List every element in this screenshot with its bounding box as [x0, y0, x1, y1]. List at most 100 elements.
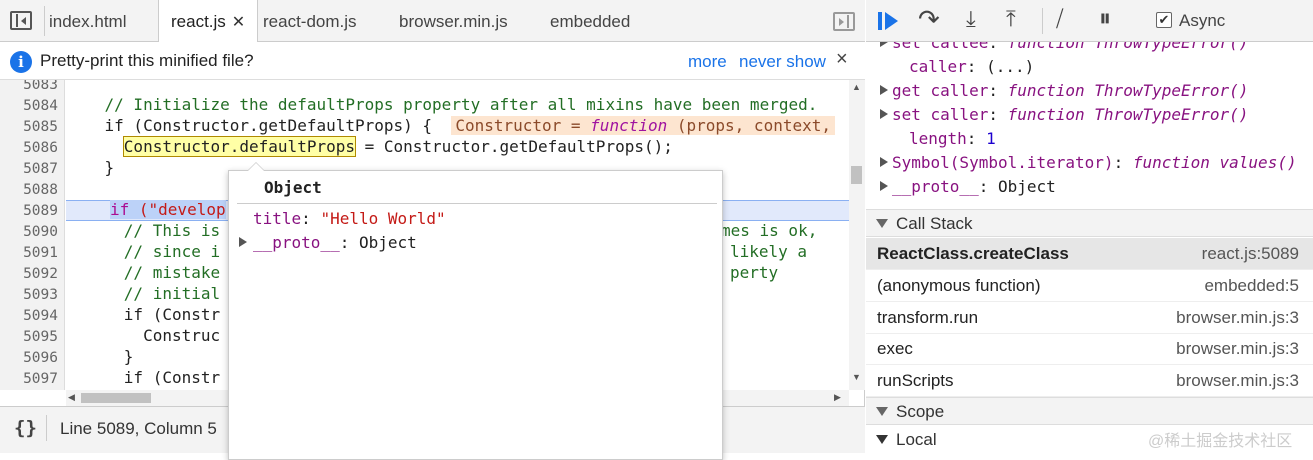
expand-arrow-icon[interactable]	[239, 237, 247, 247]
line-number[interactable]: 5090	[0, 222, 60, 243]
tab-label: react-dom.js	[263, 12, 357, 31]
deactivate-breakpoints-icon[interactable]: ⧸	[1056, 6, 1063, 32]
tab-browser-min-js[interactable]: browser.min.js	[387, 0, 520, 42]
tab-index-html[interactable]: index.html	[37, 0, 138, 42]
line-number[interactable]: 5093	[0, 285, 60, 306]
line-number[interactable]: 5092	[0, 264, 60, 285]
call-frame[interactable]: ReactClass.createClass react.js:5089	[866, 238, 1313, 270]
scroll-left-icon[interactable]: ◀	[68, 392, 75, 403]
expand-arrow-icon[interactable]	[880, 42, 888, 47]
call-frame[interactable]: runScripts browser.min.js:3	[866, 365, 1313, 397]
line-number[interactable]: 5083	[0, 80, 60, 96]
scrollbar-thumb[interactable]	[81, 393, 151, 403]
scroll-up-icon[interactable]: ▲	[852, 82, 861, 92]
scroll-down-icon[interactable]: ▼	[852, 372, 861, 382]
resume-icon[interactable]	[878, 8, 906, 34]
line-number[interactable]: 5085	[0, 117, 60, 138]
code-line: if (Constr	[66, 305, 221, 324]
tab-label: react.js	[171, 12, 226, 31]
line-number[interactable]: 5087	[0, 159, 60, 180]
line-number-gutter[interactable]: 5083 5084 5085 5086 5087 5088 5089 5090 …	[0, 80, 65, 390]
watermark: @稀土掘金技术社区	[1148, 433, 1293, 450]
never-show-link[interactable]: never show	[739, 52, 826, 72]
hovered-expression[interactable]: Constructor.defaultProps	[122, 136, 356, 157]
line-number[interactable]: 5089	[0, 201, 60, 222]
vertical-scrollbar[interactable]: ▲ ▼	[849, 80, 865, 390]
scope-property[interactable]: set caller: function ThrowTypeError()	[880, 103, 1248, 127]
pretty-print-icon[interactable]: {}	[14, 417, 37, 439]
toggle-navigator-icon[interactable]	[10, 11, 32, 30]
code-line: }	[66, 347, 134, 366]
close-icon[interactable]: ×	[836, 48, 848, 71]
collapse-arrow-icon[interactable]	[876, 435, 888, 444]
scope-header[interactable]: Scope	[866, 397, 1313, 425]
scope-property[interactable]: set callee: function ThrowTypeError()	[880, 42, 1248, 55]
collapse-arrow-icon[interactable]	[876, 219, 888, 228]
code-line: // since i	[66, 242, 221, 261]
line-number[interactable]: 5094	[0, 306, 60, 327]
code-line: Construc	[66, 326, 221, 345]
info-icon: i	[10, 51, 32, 73]
code-line-tail: mes is ok,	[721, 221, 818, 240]
cursor-position: Line 5089, Column 5	[60, 419, 217, 438]
debugger-toolbar: ↷ ⤓ ⤒ ⧸ ⏸ ✔ Async	[866, 0, 1313, 42]
step-out-icon[interactable]: ⤒	[1006, 6, 1016, 32]
scroll-right-icon[interactable]: ▶	[834, 392, 841, 403]
code-line: }	[66, 158, 115, 177]
more-link[interactable]: more	[688, 52, 727, 72]
line-number[interactable]: 5084	[0, 96, 60, 117]
code-line: if (Constr	[66, 368, 221, 387]
code-line: if (Constructor.getDefaultProps) { Const…	[66, 115, 835, 136]
code-line: // This is	[66, 221, 221, 240]
scope-property[interactable]: Symbol(Symbol.iterator): function values…	[880, 151, 1297, 175]
expand-arrow-icon[interactable]	[880, 85, 888, 95]
tab-label: embedded	[550, 12, 631, 31]
call-frame[interactable]: exec browser.min.js:3	[866, 333, 1313, 365]
object-popover: Object title: "Hello World" __proto__: O…	[228, 162, 723, 460]
line-number[interactable]: 5097	[0, 369, 60, 390]
close-tab-icon[interactable]: ✕	[232, 14, 245, 31]
scrollbar-thumb[interactable]	[851, 166, 862, 184]
step-into-icon[interactable]: ⤓	[966, 6, 976, 32]
file-tab-bar: index.html react.js ✕ react-dom.js browse…	[0, 0, 865, 42]
toolbar-divider	[1042, 8, 1043, 34]
code-line: // mistake	[66, 263, 221, 282]
collapse-arrow-icon[interactable]	[876, 407, 888, 416]
popover-proto-row[interactable]: __proto__: Object	[239, 233, 417, 252]
toggle-debugger-icon[interactable]	[833, 12, 855, 31]
tab-react-dom-js[interactable]: react-dom.js	[251, 0, 369, 42]
pretty-print-infobar: i Pretty-print this minified file? more …	[0, 42, 865, 80]
tab-label: browser.min.js	[399, 12, 508, 31]
status-divider	[46, 415, 47, 441]
code-line: // initial	[66, 284, 221, 303]
pause-on-exceptions-icon[interactable]: ⏸	[1099, 5, 1111, 33]
popover-title: Object	[264, 178, 322, 197]
expand-arrow-icon[interactable]	[880, 109, 888, 119]
call-frame[interactable]: transform.run browser.min.js:3	[866, 302, 1313, 334]
line-number[interactable]: 5088	[0, 180, 60, 201]
tab-label: index.html	[49, 12, 127, 31]
scope-property[interactable]: caller: (...)	[909, 55, 1034, 79]
call-frame[interactable]: (anonymous function) embedded:5	[866, 270, 1313, 302]
line-number[interactable]: 5091	[0, 243, 60, 264]
tab-embedded[interactable]: embedded	[538, 0, 642, 42]
code-line: if ("develop	[110, 200, 226, 219]
line-number[interactable]: 5086	[0, 138, 60, 159]
call-stack-header[interactable]: Call Stack	[866, 209, 1313, 237]
scope-property[interactable]: get caller: function ThrowTypeError()	[880, 79, 1248, 103]
async-checkbox[interactable]: ✔	[1156, 12, 1172, 28]
expand-arrow-icon[interactable]	[880, 157, 888, 167]
popover-property: title: "Hello World"	[253, 209, 446, 228]
async-label: Async	[1179, 11, 1226, 30]
scope-property[interactable]: length: 1	[909, 127, 996, 151]
expand-arrow-icon[interactable]	[880, 181, 888, 191]
tab-react-js[interactable]: react.js ✕	[158, 0, 259, 42]
step-over-icon[interactable]: ↷	[918, 4, 940, 35]
scope-property[interactable]: __proto__: Object	[880, 175, 1056, 199]
code-line-tail: perty	[730, 263, 779, 282]
line-number[interactable]: 5095	[0, 327, 60, 348]
code-line: Constructor.defaultProps = Constructor.g…	[122, 136, 673, 157]
debugger-sidebar: ↷ ⤓ ⤒ ⧸ ⏸ ✔ Async set callee: function T…	[866, 0, 1313, 453]
line-number[interactable]: 5096	[0, 348, 60, 369]
code-line-tail: likely a	[730, 242, 808, 261]
